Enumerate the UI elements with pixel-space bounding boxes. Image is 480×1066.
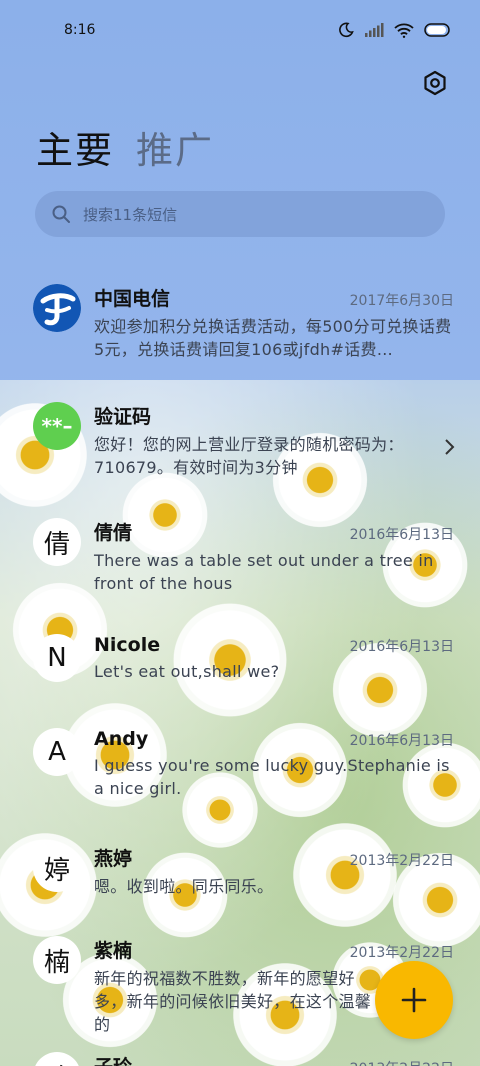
conversation-item[interactable]: 倩 倩倩 2016年6月13日 There was a table set ou…	[0, 504, 480, 620]
china-telecom-logo-icon	[33, 284, 81, 332]
message-preview: 欢迎参加积分兑换话费活动，每500分可兑换话费5元，兑换话费请回复106或jfd…	[94, 317, 452, 359]
avatar: 倩	[33, 518, 81, 566]
message-preview: I guess you're some lucky guy.Stephanie …	[94, 756, 450, 798]
contact-name: 紫楠	[94, 940, 133, 962]
settings-button[interactable]	[418, 66, 452, 100]
contact-name: 验证码	[94, 406, 152, 428]
conversation-item[interactable]: **– 验证码 您好！您的网上营业厅登录的随机密码为：710679。有效时间为3…	[0, 388, 480, 504]
avatar: 婷	[33, 844, 81, 892]
conversation-item[interactable]: N Nicole 2016年6月13日 Let's eat out,shall …	[0, 620, 480, 714]
contact-name: 燕婷	[94, 848, 133, 870]
conversation-item[interactable]: A Andy 2016年6月13日 I guess you're some lu…	[0, 714, 480, 830]
contact-name: 中国电信	[94, 288, 171, 310]
contact-name: Nicole	[94, 634, 161, 656]
conversation-item[interactable]: 玲 子玲 2013年2月22日	[0, 1038, 480, 1066]
tab-promotions[interactable]: 推广	[136, 120, 214, 174]
status-time: 8:16	[64, 22, 96, 38]
avatar: A	[33, 728, 81, 776]
message-date: 2016年6月13日	[349, 639, 454, 655]
avatar: N	[33, 634, 81, 682]
avatar: 玲	[33, 1052, 81, 1066]
settings-icon	[424, 70, 446, 96]
message-preview: 您好！您的网上营业厅登录的随机密码为：710679。有效时间为3分钟	[94, 435, 404, 477]
message-date: 2016年6月13日	[349, 527, 454, 543]
avatar: 楠	[33, 936, 81, 984]
status-bar: 8:16	[0, 0, 480, 60]
search-icon	[52, 205, 70, 223]
message-date: 2016年6月13日	[349, 733, 454, 749]
wifi-icon	[394, 23, 414, 38]
contact-name: Andy	[94, 728, 149, 750]
search-placeholder: 搜索11条短信	[83, 205, 178, 224]
message-date: 2017年6月30日	[349, 293, 454, 309]
contact-name: 子玲	[94, 1052, 132, 1066]
status-icons	[338, 22, 452, 38]
conversation-item[interactable]: 中国电信 2017年6月30日 欢迎参加积分兑换话费活动，每500分可兑换话费5…	[0, 270, 480, 388]
conversation-list: 中国电信 2017年6月30日 欢迎参加积分兑换话费活动，每500分可兑换话费5…	[0, 270, 480, 1066]
message-date: 2013年2月22日	[350, 1058, 454, 1066]
message-date: 2013年2月22日	[349, 853, 454, 869]
avatar: **–	[33, 402, 81, 450]
message-date: 2013年2月22日	[349, 945, 454, 961]
signal-icon	[365, 23, 384, 37]
conversation-item[interactable]: 婷 燕婷 2013年2月22日 嗯。收到啦。同乐同乐。	[0, 830, 480, 922]
tab-bar: 主要 推广	[36, 120, 214, 174]
message-preview: 嗯。收到啦。同乐同乐。	[94, 877, 274, 896]
contact-name: 倩倩	[94, 522, 133, 544]
plus-icon	[401, 987, 427, 1013]
tab-primary[interactable]: 主要	[36, 120, 114, 174]
battery-icon	[424, 23, 450, 37]
chevron-right-icon[interactable]	[444, 438, 456, 456]
message-preview: There was a table set out under a tree i…	[94, 551, 434, 593]
moon-icon	[339, 22, 354, 38]
new-message-button[interactable]	[375, 961, 453, 1039]
message-preview: Let's eat out,shall we?	[94, 662, 280, 681]
search-input[interactable]: 搜索11条短信	[35, 191, 445, 237]
